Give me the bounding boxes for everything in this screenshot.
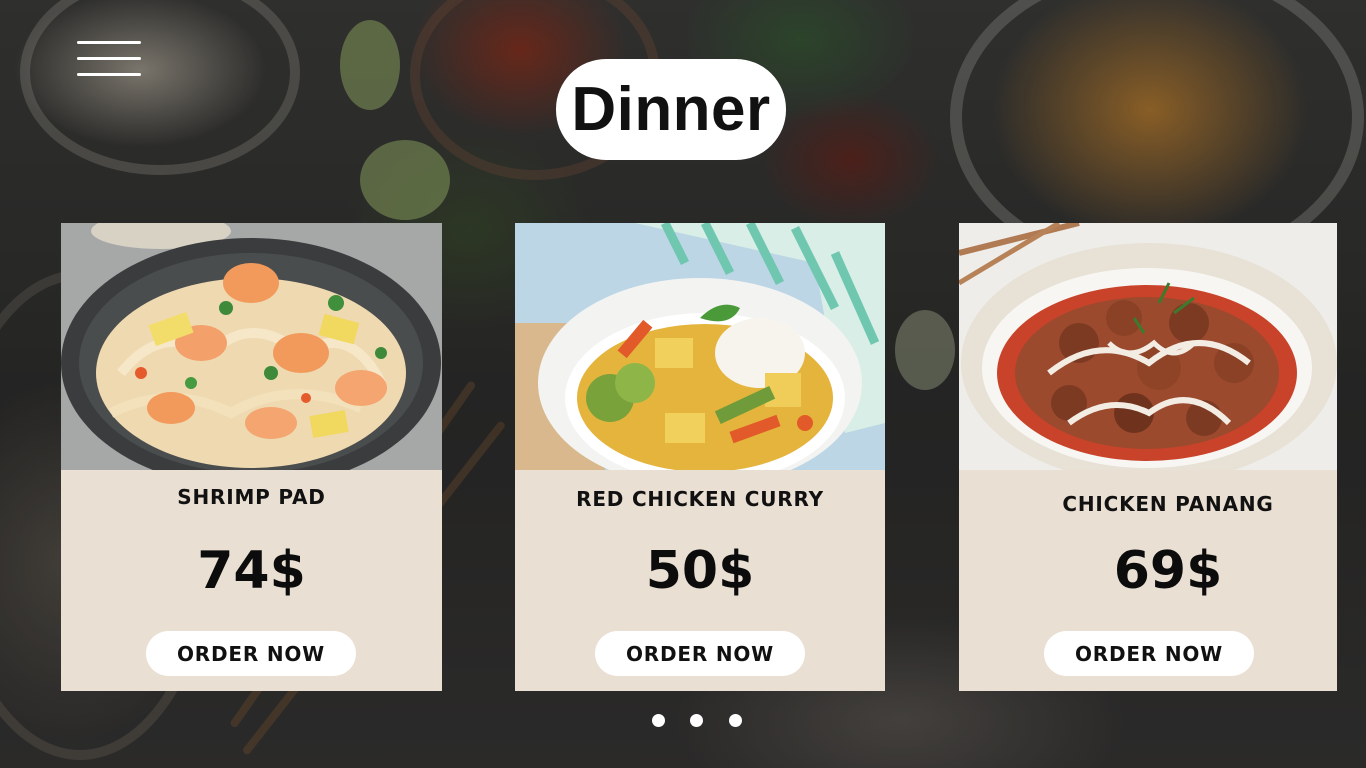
dish-price: 69$ [1113,541,1223,601]
dish-card-shrimp-pad: SHRIMP PAD 74$ ORDER NOW [61,223,442,691]
order-now-button[interactable]: ORDER NOW [1044,631,1254,676]
dish-name: RED CHICKEN CURRY [576,487,824,511]
chicken-panang-photo [959,223,1337,470]
hamburger-menu-icon[interactable] [77,41,141,77]
carousel-dot-3[interactable] [729,714,742,727]
dish-card-red-chicken-curry: RED CHICKEN CURRY 50$ ORDER NOW [515,223,885,691]
dish-card-chicken-panang: CHICKEN PANANG 69$ ORDER NOW [959,223,1337,691]
carousel-dot-1[interactable] [652,714,665,727]
shrimp-pad-thai-photo [61,223,442,470]
order-now-button[interactable]: ORDER NOW [595,631,805,676]
dish-price: 74$ [197,541,306,601]
carousel-dot-2[interactable] [690,714,703,727]
page-title-pill: Dinner [556,59,786,160]
dish-name: SHRIMP PAD [177,485,326,509]
dish-name: CHICKEN PANANG [1062,492,1274,516]
dish-price: 50$ [645,541,755,601]
red-chicken-curry-photo [515,223,885,470]
order-now-button[interactable]: ORDER NOW [146,631,356,676]
page-title: Dinner [571,75,771,144]
